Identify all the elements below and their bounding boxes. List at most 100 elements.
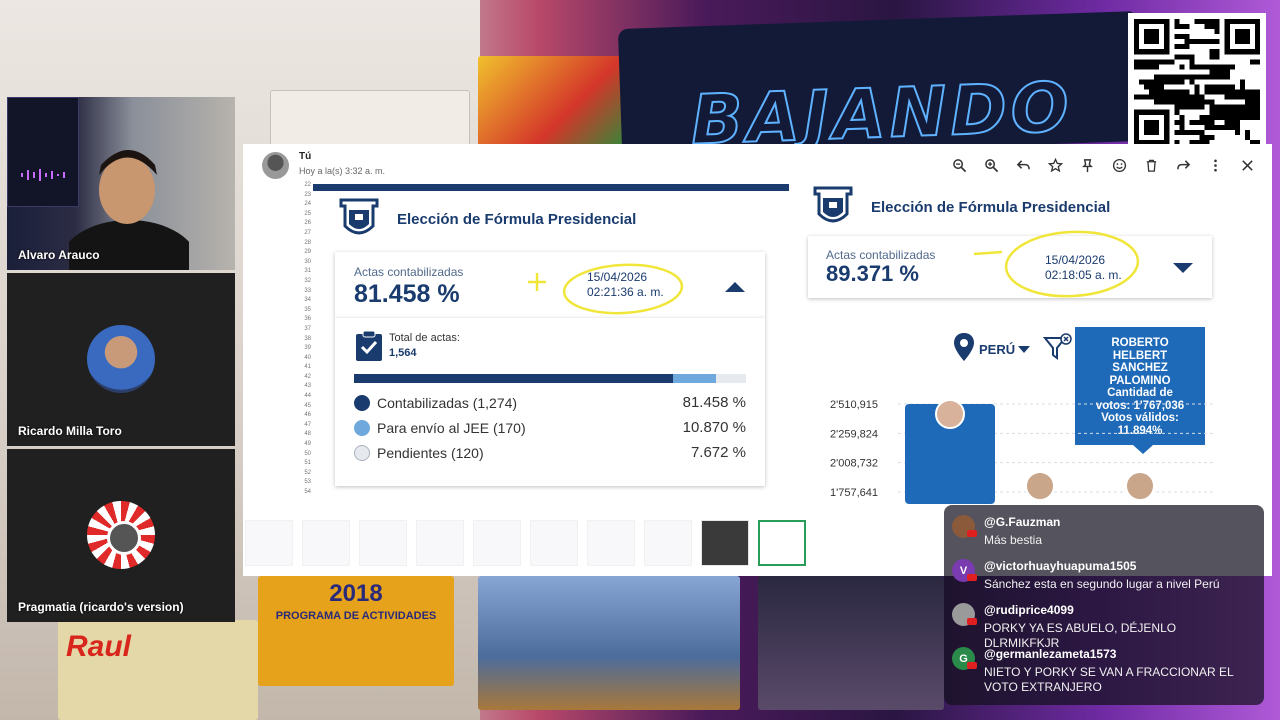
more-button[interactable] (1204, 154, 1226, 176)
row-number: 39 (304, 345, 311, 352)
location-pin-icon (954, 333, 974, 361)
forward-button[interactable] (1172, 154, 1194, 176)
reply-icon (1016, 159, 1030, 169)
row-number: 44 (304, 393, 311, 400)
reply-button[interactable] (1012, 154, 1034, 176)
tooltip-line: ROBERTO (1111, 337, 1169, 349)
participant-tile[interactable]: Alvaro Arauco (7, 97, 235, 270)
tooltip-line: PALOMINO (1109, 374, 1171, 387)
actas-value: 89.371 % (826, 261, 919, 286)
delete-button[interactable] (1140, 154, 1162, 176)
document-title: Elección de Fórmula Presidencial (871, 198, 1111, 216)
legend-dot (354, 419, 370, 436)
total-label: Total de actas: (389, 332, 460, 344)
spreadsheet-row-numbers: 22 23 24 25 26 27 28 29 30 31 32 33 34 35 36 37 38 39 40 41… (297, 182, 311, 500)
actas-time: 02:18:05 a. m. (1045, 268, 1122, 282)
star-button[interactable] (1044, 154, 1066, 176)
participant-tile[interactable]: Pragmatia (ricardo's version) (7, 449, 235, 622)
legend-dot (354, 394, 370, 411)
star-icon (1047, 157, 1063, 172)
thumbnail[interactable] (587, 520, 635, 566)
row-number: 33 (304, 287, 311, 294)
thumbnail[interactable] (245, 520, 293, 566)
emoji-button[interactable] (1108, 154, 1130, 176)
sender-name: Tú (299, 151, 312, 162)
zoom-out-button[interactable] (948, 154, 970, 176)
row-number: 43 (304, 383, 311, 390)
close-icon (1241, 159, 1253, 171)
candidate-photo (1025, 471, 1055, 501)
row-number: 40 (304, 354, 311, 361)
legend-value: 10.870 % (682, 419, 746, 436)
thumbnail[interactable] (416, 520, 464, 566)
legend-dot (354, 444, 370, 461)
thumbnail[interactable] (758, 520, 806, 566)
row-number: 51 (304, 460, 311, 467)
row-number: 50 (304, 450, 311, 457)
row-number: 24 (304, 201, 311, 208)
row-number: 34 (304, 297, 311, 304)
y-tick-label: 1'757,641 (830, 487, 878, 499)
emoji-icon (1112, 158, 1126, 172)
more-vertical-icon (1213, 159, 1217, 171)
actas-card: Actas contabilizadas 89.371 % 15/04/2026… (808, 230, 1212, 298)
filter-clear-icon (1043, 333, 1072, 360)
background-poster (478, 576, 740, 710)
thumbnail[interactable] (644, 520, 692, 566)
left-document: Elección de Fórmula Presidencial (333, 196, 773, 242)
row-number: 23 (304, 191, 311, 198)
thumbnail[interactable] (302, 520, 350, 566)
avatar (87, 325, 155, 393)
row-number: 48 (304, 431, 311, 438)
peru-crest-icon (339, 198, 379, 235)
tooltip-line: SANCHEZ (1112, 362, 1168, 374)
candidate-photo (1125, 471, 1155, 501)
background-poster: 2018 PROGRAMA DE ACTIVIDADES (258, 576, 454, 686)
thumbnail[interactable] (701, 520, 749, 566)
background-poster (270, 90, 470, 150)
thumbnail[interactable] (530, 520, 578, 566)
actas-card: Actas contabilizadas 81.458 % 15/04/2026… (335, 252, 765, 318)
y-tick-label: 2'259,824 (830, 428, 878, 440)
legend-row: Para envío al JEE (170) 10.870 % (354, 415, 746, 440)
y-tick-label: 2'008,732 (830, 458, 878, 470)
row-number: 53 (304, 479, 311, 486)
background-poster (758, 576, 944, 710)
header-band (313, 184, 789, 191)
y-tick-label: 2'510,915 (830, 399, 878, 411)
peru-crest-icon (813, 186, 853, 223)
background-poster: Raul (58, 620, 258, 720)
participant-tile[interactable]: Ricardo Milla Toro (7, 273, 235, 446)
zoom-out-icon (952, 158, 966, 172)
thumbnail[interactable] (473, 520, 521, 566)
pin-button[interactable] (1076, 154, 1098, 176)
legend-label: Contabilizadas (1,274) (377, 394, 518, 411)
row-number: 32 (304, 277, 311, 284)
row-number: 25 (304, 210, 311, 217)
youtube-icon (967, 662, 977, 669)
close-button[interactable] (1236, 154, 1258, 176)
legend-row: Pendientes (120) 7.672 % (354, 440, 746, 465)
legend-label: Pendientes (120) (377, 444, 484, 461)
row-number: 54 (304, 489, 311, 495)
row-number: 41 (304, 364, 311, 371)
chat-username: @germanlezameta1573 (984, 647, 1117, 661)
row-number: 42 (304, 373, 311, 380)
chat-username: @G.Fauzman (984, 515, 1061, 529)
actas-label: Actas contabilizadas (354, 265, 464, 279)
zoom-in-button[interactable] (980, 154, 1002, 176)
viewer-toolbar (948, 154, 1258, 176)
row-number: 47 (304, 421, 311, 428)
youtube-icon (967, 574, 977, 581)
legend-value: 7.672 % (690, 444, 746, 461)
actas-date: 15/04/2026 (1045, 253, 1106, 267)
thumbnail[interactable] (359, 520, 407, 566)
total-card: Total de actas: 1,564 Contabilizadas (1,… (335, 318, 765, 486)
neon-sign: BAJANDO (617, 10, 1143, 160)
clipboard-check-icon (356, 330, 382, 361)
background-poster (478, 56, 626, 152)
row-number: 26 (304, 220, 311, 227)
region-dropdown-icon (1018, 346, 1030, 353)
participant-name: Alvaro Arauco (18, 248, 100, 262)
row-number: 27 (304, 229, 311, 236)
